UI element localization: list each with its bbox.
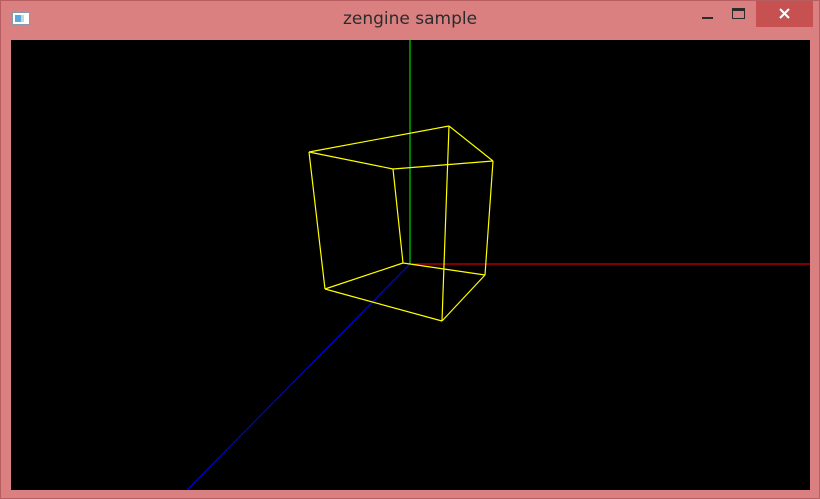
minimize-icon (702, 17, 713, 19)
cube-edge (308, 151, 326, 290)
minimize-button[interactable] (694, 1, 720, 27)
cube-edge (392, 168, 404, 264)
cube-edge (448, 125, 494, 162)
close-icon (779, 8, 790, 19)
cube-edge (308, 125, 450, 153)
title-bar[interactable]: zengine sample (1, 1, 819, 39)
cube-edge (324, 262, 404, 290)
close-button[interactable] (756, 1, 813, 27)
maximize-button[interactable] (725, 1, 751, 27)
maximize-icon (732, 8, 745, 19)
scene-canvas[interactable] (11, 40, 810, 490)
cube-edge (308, 151, 394, 170)
render-viewport[interactable] (11, 40, 810, 490)
app-window: zengine sample (0, 0, 820, 499)
z-axis (186, 263, 411, 490)
cube-edge (484, 160, 494, 276)
cube-edge (441, 274, 486, 322)
cube-edge (441, 125, 450, 322)
cube-edge (324, 288, 443, 322)
cube-edge (392, 160, 494, 170)
wireframe-cube (308, 125, 494, 322)
